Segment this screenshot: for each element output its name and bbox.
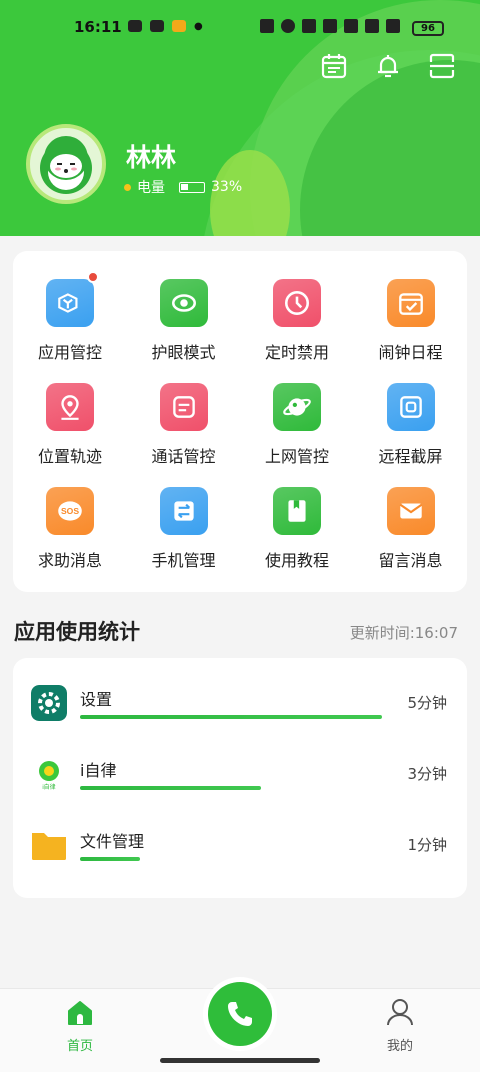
device-battery-icon [179, 181, 205, 193]
app-name: 设置 [80, 690, 113, 709]
usage-row[interactable]: i自律 i自律 3分钟 [13, 729, 467, 799]
screenshot-icon [386, 383, 435, 431]
grid-item[interactable]: 使用教程 [240, 459, 354, 570]
chat-notification-icon [128, 20, 142, 32]
calendar-icon[interactable] [320, 52, 348, 80]
clock-icon [273, 279, 321, 327]
wifi-icon [323, 19, 337, 33]
nav-mine[interactable]: 我的 [374, 997, 426, 1054]
power-status: 电量 33% [124, 177, 242, 197]
app-name: 文件管理 [80, 832, 145, 851]
wechat-notification-icon [150, 20, 164, 32]
nfc-icon [260, 19, 274, 33]
usage-minutes: 1分钟 [407, 836, 447, 854]
calendar-check-icon [386, 279, 435, 327]
usage-row[interactable]: 设置 5分钟 [13, 658, 467, 728]
folder-icon [32, 833, 66, 860]
grid-item[interactable]: 应用管控 [13, 251, 127, 362]
grid-item[interactable]: 远程截屏 [354, 355, 468, 466]
grid-item-label: 使用教程 [264, 551, 329, 570]
svg-text:i自律: i自律 [42, 783, 55, 791]
usage-minutes: 5分钟 [407, 694, 447, 712]
stats-title: 应用使用统计 [14, 620, 140, 644]
nav-home-label: 首页 [66, 1039, 93, 1054]
sos-icon: SOS [46, 487, 94, 535]
usage-stats-list: 设置 5分钟 i自律 i自律 3分钟文件管理 1分钟 [13, 658, 467, 898]
grid-item-label: 求助消息 [37, 551, 102, 570]
usage-bar [80, 715, 382, 719]
grid-item-label: 手机管理 [151, 551, 216, 570]
header: 16:11 ● 96 林林 电量 33% [0, 0, 480, 236]
avatar[interactable] [26, 124, 106, 204]
notification-badge [87, 271, 99, 283]
book-icon [273, 487, 321, 535]
app-control-icon [46, 279, 94, 327]
battery-indicator: 96 [412, 21, 444, 36]
home-indicator[interactable] [160, 1058, 320, 1063]
nav-mine-label: 我的 [386, 1039, 413, 1054]
bell-icon[interactable] [374, 52, 402, 80]
power-percent: 33% [211, 179, 243, 195]
grid-item[interactable]: 通话管控 [127, 355, 241, 466]
grid-item[interactable]: 闹钟日程 [354, 251, 468, 362]
grid-item[interactable]: 上网管控 [240, 355, 354, 466]
scan-icon[interactable] [428, 52, 456, 80]
svg-text:SOS: SOS [61, 506, 79, 516]
usage-bar [80, 857, 141, 861]
signal-5g-icon [365, 19, 379, 33]
grid-item[interactable]: 定时禁用 [240, 251, 354, 362]
power-label: 电量 [137, 180, 165, 196]
status-bar: 16:11 ● 96 [0, 14, 480, 42]
grid-item[interactable]: SOS 求助消息 [13, 459, 127, 570]
planet-icon [273, 383, 321, 431]
eye-icon [159, 279, 208, 327]
username: 林林 [126, 143, 177, 172]
stats-update-time: 更新时间:16:07 [349, 624, 458, 642]
hd-icon [344, 19, 358, 33]
usage-bar [80, 786, 262, 790]
alarm-icon [281, 19, 295, 33]
user-icon [387, 999, 413, 1026]
transfer-icon [159, 487, 208, 535]
mail-icon [386, 487, 435, 535]
app-name: i自律 [80, 761, 117, 780]
usage-minutes: 3分钟 [407, 765, 447, 783]
status-time: 16:11 [74, 18, 122, 36]
call-button[interactable] [208, 982, 272, 1046]
grid-item[interactable]: 位置轨迹 [13, 355, 127, 466]
home-icon [68, 1001, 92, 1025]
grid-item[interactable]: 护眼模式 [127, 251, 241, 362]
location-icon [46, 383, 94, 431]
izilv-logo-icon: i自律 [31, 756, 67, 792]
feature-grid: 应用管控 护眼模式 定时禁用 闹钟日程位置轨迹 通话管控 上网管控 远程截屏 SOS 求助消息 手… [13, 251, 467, 592]
nav-home[interactable]: 首页 [54, 999, 106, 1054]
grid-item[interactable]: 留言消息 [354, 459, 468, 570]
message-icon [159, 383, 208, 431]
settings-gear-icon [31, 685, 67, 721]
bluetooth-icon [302, 19, 316, 33]
child-avatar-icon [40, 136, 92, 194]
app-notification-icon [172, 20, 186, 32]
dot-icon: ● [194, 20, 203, 32]
phone-icon [228, 1002, 252, 1026]
grid-item-label: 留言消息 [378, 551, 443, 570]
signal-4g-icon [386, 19, 400, 33]
usage-row[interactable]: 文件管理 1分钟 [13, 800, 467, 870]
status-dot-icon [124, 183, 131, 191]
grid-item[interactable]: 手机管理 [127, 459, 241, 570]
